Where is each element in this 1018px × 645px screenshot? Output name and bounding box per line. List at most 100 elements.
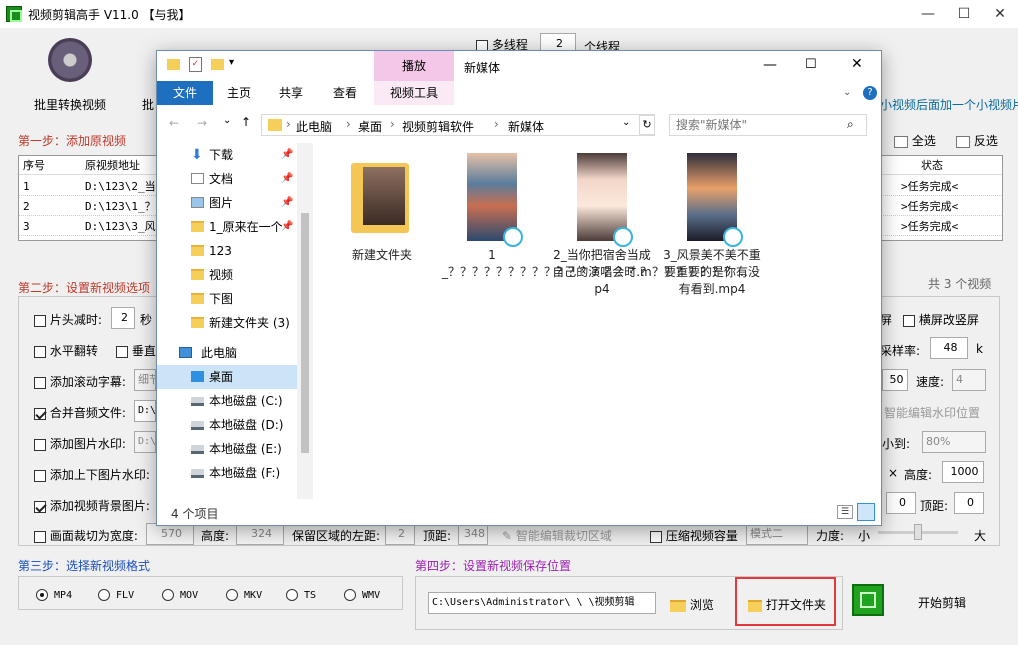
select-all-button[interactable]: 全选 [912, 134, 936, 148]
recent-dropdown-icon[interactable]: ⌄ [223, 115, 231, 126]
invert-select-button[interactable]: 反选 [974, 134, 998, 148]
tab-view[interactable]: 查看 [323, 81, 367, 105]
start-edit-icon[interactable] [852, 584, 884, 616]
tab-share[interactable]: 共享 [269, 81, 313, 105]
nav-item-123[interactable]: 123 [157, 239, 297, 263]
new-folder-icon[interactable] [211, 59, 224, 70]
open-folder-button[interactable]: 打开文件夹 [748, 596, 826, 613]
trim-head-input[interactable]: 2 [111, 307, 135, 329]
up-arrow-icon[interactable]: ↑ [241, 115, 251, 129]
crop-checkbox[interactable] [34, 530, 46, 543]
help-icon[interactable]: ? [863, 86, 877, 100]
forward-arrow-icon[interactable]: → [197, 116, 207, 130]
col-no[interactable]: 序号 [19, 156, 79, 175]
scroll-subtitle-input[interactable]: 细节 [134, 369, 156, 391]
large-icons-view-icon[interactable] [857, 503, 875, 521]
nav-item-this-pc[interactable]: 此电脑 [157, 341, 297, 365]
address-dropdown-icon[interactable]: ⌄ [622, 117, 630, 128]
merge-audio-input[interactable]: D:\ [134, 400, 156, 422]
merge-audio-checkbox[interactable] [34, 407, 46, 420]
explorer-close-button[interactable]: ✕ [851, 56, 863, 72]
breadcrumb-video-software[interactable]: 视频剪辑软件 [402, 118, 474, 135]
format-radio[interactable] [98, 589, 110, 601]
image-watermark-checkbox[interactable] [34, 438, 46, 451]
details-view-icon[interactable]: ☰ [837, 505, 853, 519]
tab-video-tools[interactable]: 视频工具 [374, 81, 454, 105]
hflip-checkbox[interactable] [34, 345, 46, 358]
format-ts[interactable]: TS [286, 589, 316, 601]
properties-icon[interactable]: ✓ [189, 57, 202, 72]
format-wmv[interactable]: WMV [344, 589, 380, 601]
format-radio[interactable] [344, 589, 356, 601]
minimize-button[interactable]: — [910, 2, 946, 26]
address-bar[interactable]: › 此电脑 › 桌面 › 视频剪辑软件 › 新媒体 ⌄ [261, 114, 655, 136]
refresh-icon[interactable]: ↻ [639, 115, 655, 135]
video-thumbnail-3[interactable] [687, 153, 743, 247]
nav-item-xiatu[interactable]: 下图 [157, 287, 297, 311]
navigation-pane[interactable]: ⬇ 下载 📌 文档 📌 图片 📌 1_原来在一个 📌 123 视频 下图 新建文件夹 (3… [157, 143, 313, 499]
format-mov[interactable]: MOV [162, 589, 198, 601]
smart-watermark-button[interactable]: 智能编辑水印位置 [884, 404, 980, 421]
image-watermark-input[interactable]: D:\ [134, 431, 156, 453]
nav-item-video[interactable]: 视频 [157, 263, 297, 287]
file-name-2[interactable]: 2_当你把宿舍当成自己的演唱会时.mp4 [552, 247, 652, 298]
height2-input[interactable]: 1000 [942, 461, 984, 483]
video-thumbnail-1[interactable] [467, 153, 523, 247]
speed-select[interactable]: 4 [952, 369, 986, 391]
start-edit-button[interactable]: 开始剪辑 [918, 594, 966, 611]
file-name-3[interactable]: 3_风景美不美不重要重要的是你有没有看到.mp4 [662, 247, 762, 298]
search-input[interactable]: 搜索"新媒体" [669, 114, 867, 136]
crop-width-input[interactable]: 570 [146, 523, 194, 545]
vflip-checkbox[interactable] [116, 345, 128, 358]
close-button[interactable]: ✕ [982, 2, 1018, 26]
shrink-select[interactable]: 80% [922, 431, 986, 453]
nav-scrollbar-thumb[interactable] [301, 213, 309, 453]
top-margin-input[interactable]: 348 [458, 523, 488, 545]
nav-item-documents[interactable]: 文档 📌 [157, 167, 297, 191]
browse-button[interactable]: 浏览 [670, 596, 714, 613]
col-status[interactable]: 状态 [917, 156, 997, 175]
nav-item-drive-d[interactable]: 本地磁盘 (D:) [157, 413, 297, 437]
explorer-maximize-button[interactable]: ☐ [805, 57, 817, 72]
keep-left-input[interactable]: 2 [385, 523, 415, 545]
compress-checkbox[interactable] [650, 530, 662, 543]
format-radio[interactable] [286, 589, 298, 601]
breadcrumb-new-media[interactable]: 新媒体 [508, 118, 544, 135]
file-name-0[interactable]: 新建文件夹 [332, 247, 432, 264]
tab-home[interactable]: 主页 [217, 81, 261, 105]
tab-file[interactable]: 文件 [157, 81, 213, 105]
left2-input[interactable]: 0 [886, 492, 916, 514]
strength-slider-handle[interactable] [914, 524, 922, 540]
nav-item-drive-c[interactable]: 本地磁盘 (C:) [157, 389, 297, 413]
toolbar-item-2-label[interactable]: 批 [142, 96, 154, 113]
back-arrow-icon[interactable]: ← [169, 116, 179, 130]
file-name-1[interactable]: 1_？？？？？？？？？？？？？？？？？？？？？？？？… [442, 247, 748, 281]
format-flv[interactable]: FLV [98, 589, 134, 601]
nav-item-drive-f[interactable]: 本地磁盘 (F:) [157, 461, 297, 485]
nav-item-drive-e[interactable]: 本地磁盘 (E:) [157, 437, 297, 461]
search-icon[interactable]: ⌕ [847, 117, 854, 132]
maximize-button[interactable]: ☐ [946, 2, 982, 26]
nav-item-pictures[interactable]: 图片 📌 [157, 191, 297, 215]
context-tab-play[interactable]: 播放 [374, 51, 454, 81]
format-radio[interactable] [36, 589, 48, 601]
nav-item-desktop[interactable]: 桌面 [157, 365, 297, 389]
speed-box-input[interactable]: 50 [882, 369, 908, 391]
compress-mode-select[interactable]: 模式二 [746, 523, 808, 545]
trim-head-checkbox[interactable] [34, 314, 46, 327]
breadcrumb-desktop[interactable]: 桌面 [358, 118, 382, 135]
format-mp4[interactable]: MP4 [36, 589, 72, 601]
file-item-folder[interactable] [347, 153, 413, 241]
quick-access-dropdown-icon[interactable]: ▾ [229, 57, 234, 68]
file-explorer-window[interactable]: ✓ ▾ 播放 新媒体 — ☐ ✕ 文件 主页 共享 查看 视频工具 ⌄ ? ← … [156, 50, 882, 526]
sample-rate-input[interactable]: 48 [930, 337, 968, 359]
smart-crop-button[interactable]: ✎ 智能编辑裁切区域 [502, 527, 612, 544]
scroll-subtitle-checkbox[interactable] [34, 376, 46, 389]
batch-convert-button[interactable]: 批里转换视频 [22, 38, 118, 113]
ribbon-expand-icon[interactable]: ⌄ [843, 87, 851, 98]
video-thumbnail-2[interactable] [577, 153, 633, 247]
save-path-input[interactable]: C:\Users\Administrator\ \ \视频剪辑 [428, 592, 656, 614]
bg-image-checkbox[interactable] [34, 500, 46, 513]
nav-item-new-folder-3[interactable]: 新建文件夹 (3) [157, 311, 297, 335]
landscape-portrait-checkbox[interactable] [903, 314, 915, 327]
